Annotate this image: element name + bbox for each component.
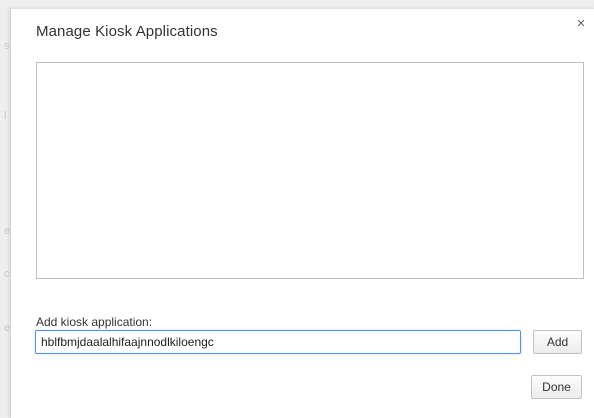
manage-kiosk-applications-dialog: Manage Kiosk Applications × Add kiosk ap… [10, 8, 594, 418]
backdrop-text-fragment: l [4, 110, 7, 122]
add-button[interactable]: Add [533, 330, 582, 354]
add-kiosk-app-label: Add kiosk application: [36, 315, 153, 329]
done-button[interactable]: Done [531, 375, 582, 399]
backdrop-text-fragment: c [4, 268, 10, 280]
close-icon[interactable]: × [574, 16, 588, 31]
backdrop-text-fragment: s [4, 40, 10, 52]
kiosk-apps-list[interactable] [36, 62, 584, 279]
kiosk-app-id-input[interactable] [35, 330, 521, 354]
dialog-title: Manage Kiosk Applications [36, 23, 218, 40]
